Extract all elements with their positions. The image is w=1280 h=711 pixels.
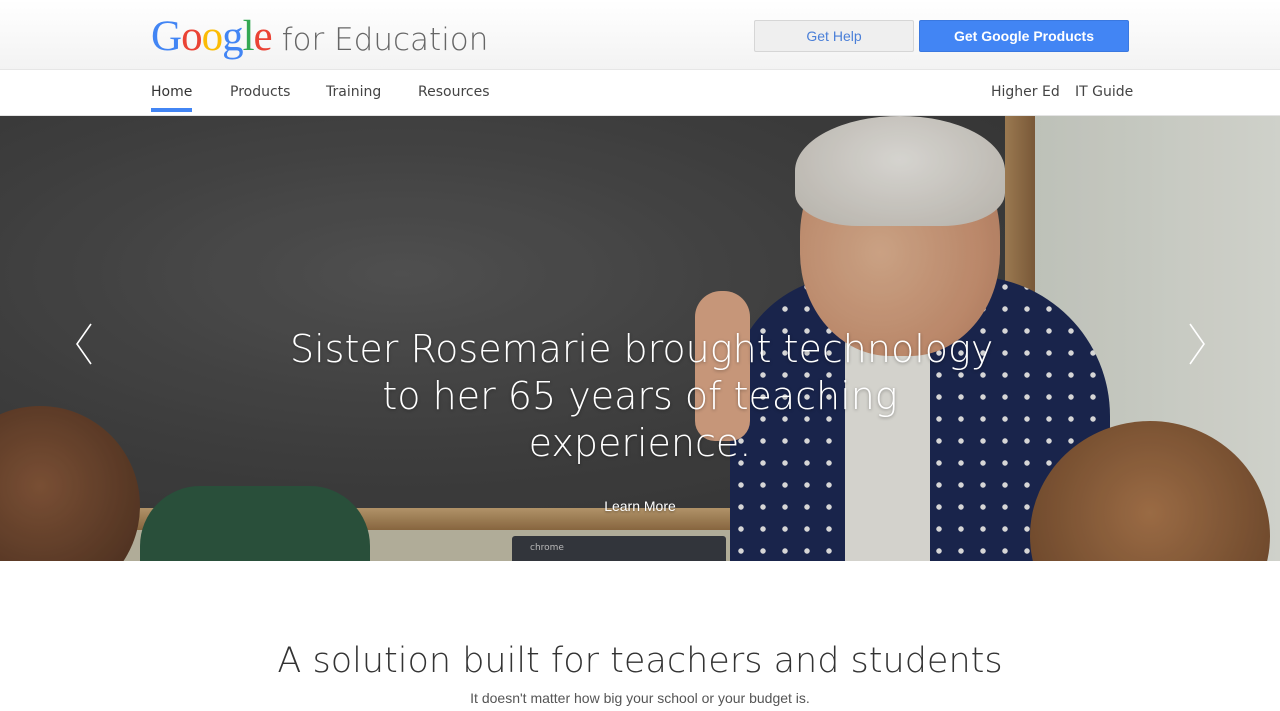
chevron-right-icon[interactable] bbox=[1184, 322, 1208, 366]
nav-item-training[interactable]: Training bbox=[326, 70, 381, 116]
nav-item-products[interactable]: Products bbox=[230, 70, 290, 116]
google-wordmark: Google bbox=[151, 13, 273, 60]
hero-headline-line: to her 65 years of teaching bbox=[382, 374, 898, 418]
logo-letter: o bbox=[201, 13, 223, 60]
main-nav: Home Products Training Resources Higher … bbox=[0, 70, 1280, 116]
hero-headline-line: Sister Rosemarie brought technology bbox=[290, 327, 994, 371]
google-for-education-logo[interactable]: Google for Education bbox=[151, 14, 488, 60]
top-header: Google for Education Get Help Get Google… bbox=[0, 0, 1280, 70]
logo-letter: l bbox=[242, 13, 255, 60]
section-subtitle: It doesn't matter how big your school or… bbox=[470, 690, 810, 706]
logo-letter: g bbox=[222, 13, 243, 60]
hero-headline-line: experience. bbox=[528, 421, 752, 465]
section-title: A solution built for teachers and studen… bbox=[277, 641, 1003, 681]
nav-item-resources[interactable]: Resources bbox=[418, 70, 490, 116]
get-google-products-button[interactable]: Get Google Products bbox=[919, 20, 1129, 52]
hero-headline: Sister Rosemarie brought technology to h… bbox=[290, 326, 994, 467]
learn-more-link[interactable]: Learn More bbox=[560, 498, 720, 514]
nav-item-home[interactable]: Home bbox=[151, 70, 193, 116]
nav-item-it-guide[interactable]: IT Guide bbox=[1075, 70, 1133, 116]
logo-letter: G bbox=[151, 13, 182, 60]
chevron-left-icon[interactable] bbox=[73, 322, 97, 366]
get-help-button[interactable]: Get Help bbox=[754, 20, 914, 52]
logo-letter: e bbox=[253, 13, 273, 60]
nav-item-higher-ed[interactable]: Higher Ed bbox=[991, 70, 1060, 116]
logo-suffix: for Education bbox=[281, 22, 489, 58]
logo-letter: o bbox=[181, 13, 202, 60]
